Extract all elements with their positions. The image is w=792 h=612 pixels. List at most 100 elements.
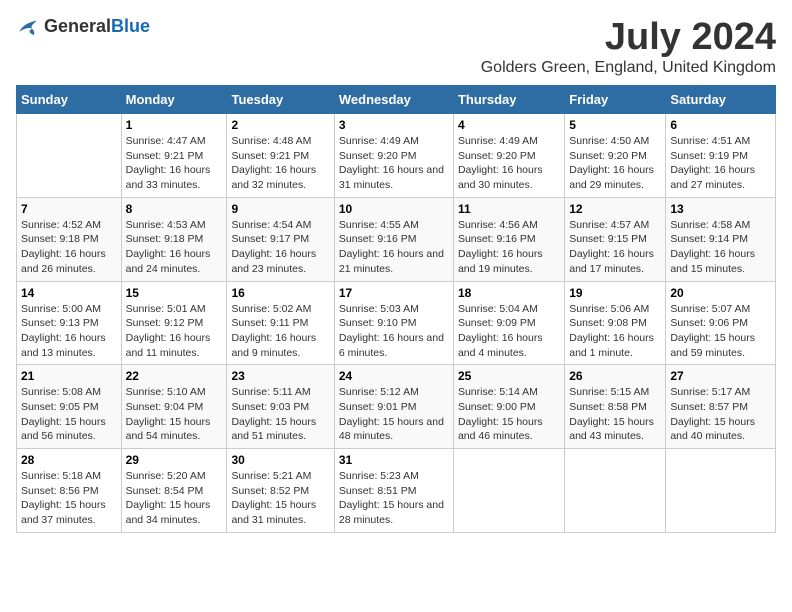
day-info: Sunrise: 4:49 AMSunset: 9:20 PMDaylight:… [458, 134, 560, 193]
day-info: Sunrise: 5:07 AMSunset: 9:06 PMDaylight:… [670, 302, 771, 361]
day-number: 20 [670, 286, 771, 300]
calendar-cell: 25Sunrise: 5:14 AMSunset: 9:00 PMDayligh… [453, 365, 564, 449]
weekday-header-tuesday: Tuesday [227, 86, 334, 114]
day-number: 1 [126, 118, 223, 132]
calendar-cell: 27 Sunrise: 5:17 AMSunset: 8:57 PMDayligh… [666, 365, 776, 449]
day-number: 15 [126, 286, 223, 300]
day-info: Sunrise: 5:08 AMSunset: 9:05 PMDaylight:… [21, 385, 117, 444]
calendar-cell: 19Sunrise: 5:06 AMSunset: 9:08 PMDayligh… [565, 281, 666, 365]
day-info: Sunrise: 4:57 AMSunset: 9:15 PMDaylight:… [569, 218, 661, 277]
calendar-cell: 18 Sunrise: 5:04 AMSunset: 9:09 PMDayligh… [453, 281, 564, 365]
day-number: 19 [569, 286, 661, 300]
day-number: 13 [670, 202, 771, 216]
header: GeneralBlue July 2024 Golders Green, Eng… [16, 16, 776, 77]
day-info: Sunrise: 5:18 AMSunset: 8:56 PMDaylight:… [21, 469, 117, 528]
day-info: Sunrise: 4:53 AMSunset: 9:18 PMDaylight:… [126, 218, 223, 277]
day-number: 18 [458, 286, 560, 300]
calendar-week-row: 7Sunrise: 4:52 AMSunset: 9:18 PMDaylight… [17, 197, 776, 281]
day-info: Sunrise: 5:15 AMSunset: 8:58 PMDaylight:… [569, 385, 661, 444]
calendar-cell: 14 Sunrise: 5:00 AMSunset: 9:13 PMDayligh… [17, 281, 122, 365]
calendar-cell: 29 Sunrise: 5:20 AMSunset: 8:54 PMDayligh… [121, 449, 227, 533]
day-number: 14 [21, 286, 117, 300]
day-number: 17 [339, 286, 449, 300]
calendar-week-row: 21 Sunrise: 5:08 AMSunset: 9:05 PMDayligh… [17, 365, 776, 449]
day-info: Sunrise: 4:52 AMSunset: 9:18 PMDaylight:… [21, 218, 117, 277]
calendar-cell: 2 Sunrise: 4:48 AMSunset: 9:21 PMDaylight… [227, 114, 334, 198]
title-area: July 2024 Golders Green, England, United… [481, 16, 776, 77]
subtitle: Golders Green, England, United Kingdom [481, 59, 776, 77]
day-info: Sunrise: 5:02 AMSunset: 9:11 PMDaylight:… [231, 302, 329, 361]
calendar-cell: 24 Sunrise: 5:12 AMSunset: 9:01 PMDayligh… [334, 365, 453, 449]
calendar-cell: 22 Sunrise: 5:10 AMSunset: 9:04 PMDayligh… [121, 365, 227, 449]
calendar-cell: 26Sunrise: 5:15 AMSunset: 8:58 PMDayligh… [565, 365, 666, 449]
day-number: 31 [339, 453, 449, 467]
calendar-cell: 9 Sunrise: 4:54 AMSunset: 9:17 PMDaylight… [227, 197, 334, 281]
calendar-cell: 3 Sunrise: 4:49 AMSunset: 9:20 PMDaylight… [334, 114, 453, 198]
calendar-cell: 23Sunrise: 5:11 AMSunset: 9:03 PMDayligh… [227, 365, 334, 449]
calendar-cell: 16 Sunrise: 5:02 AMSunset: 9:11 PMDayligh… [227, 281, 334, 365]
calendar-cell: 28 Sunrise: 5:18 AMSunset: 8:56 PMDayligh… [17, 449, 122, 533]
day-number: 23 [231, 369, 329, 383]
day-number: 22 [126, 369, 223, 383]
day-info: Sunrise: 4:56 AMSunset: 9:16 PMDaylight:… [458, 218, 560, 277]
calendar-cell: 20 Sunrise: 5:07 AMSunset: 9:06 PMDayligh… [666, 281, 776, 365]
day-info: Sunrise: 5:23 AMSunset: 8:51 PMDaylight:… [339, 469, 449, 528]
day-number: 24 [339, 369, 449, 383]
logo-bird-icon [16, 17, 40, 37]
day-info: Sunrise: 5:21 AMSunset: 8:52 PMDaylight:… [231, 469, 329, 528]
calendar-cell: 4 Sunrise: 4:49 AMSunset: 9:20 PMDaylight… [453, 114, 564, 198]
weekday-header-monday: Monday [121, 86, 227, 114]
day-info: Sunrise: 5:12 AMSunset: 9:01 PMDaylight:… [339, 385, 449, 444]
calendar-cell: 21 Sunrise: 5:08 AMSunset: 9:05 PMDayligh… [17, 365, 122, 449]
calendar-cell: 12 Sunrise: 4:57 AMSunset: 9:15 PMDayligh… [565, 197, 666, 281]
calendar-cell: 1 Sunrise: 4:47 AMSunset: 9:21 PMDaylight… [121, 114, 227, 198]
weekday-header-friday: Friday [565, 86, 666, 114]
day-number: 11 [458, 202, 560, 216]
day-info: Sunrise: 4:48 AMSunset: 9:21 PMDaylight:… [231, 134, 329, 193]
day-number: 29 [126, 453, 223, 467]
calendar-cell: 8Sunrise: 4:53 AMSunset: 9:18 PMDaylight… [121, 197, 227, 281]
weekday-header-saturday: Saturday [666, 86, 776, 114]
calendar-cell: 17 Sunrise: 5:03 AMSunset: 9:10 PMDayligh… [334, 281, 453, 365]
day-number: 16 [231, 286, 329, 300]
day-number: 30 [231, 453, 329, 467]
day-info: Sunrise: 5:01 AMSunset: 9:12 PMDaylight:… [126, 302, 223, 361]
day-info: Sunrise: 5:20 AMSunset: 8:54 PMDaylight:… [126, 469, 223, 528]
day-info: Sunrise: 4:49 AMSunset: 9:20 PMDaylight:… [339, 134, 449, 193]
calendar-week-row: 28 Sunrise: 5:18 AMSunset: 8:56 PMDayligh… [17, 449, 776, 533]
day-number: 10 [339, 202, 449, 216]
calendar-cell: 6Sunrise: 4:51 AMSunset: 9:19 PMDaylight… [666, 114, 776, 198]
day-number: 2 [231, 118, 329, 132]
calendar-cell [565, 449, 666, 533]
day-info: Sunrise: 4:58 AMSunset: 9:14 PMDaylight:… [670, 218, 771, 277]
day-number: 4 [458, 118, 560, 132]
day-info: Sunrise: 5:03 AMSunset: 9:10 PMDaylight:… [339, 302, 449, 361]
day-info: Sunrise: 5:10 AMSunset: 9:04 PMDaylight:… [126, 385, 223, 444]
day-info: Sunrise: 4:54 AMSunset: 9:17 PMDaylight:… [231, 218, 329, 277]
day-number: 21 [21, 369, 117, 383]
day-number: 9 [231, 202, 329, 216]
calendar-cell: 10 Sunrise: 4:55 AMSunset: 9:16 PMDayligh… [334, 197, 453, 281]
logo-text-blue: Blue [111, 16, 150, 36]
day-number: 25 [458, 369, 560, 383]
weekday-header-thursday: Thursday [453, 86, 564, 114]
day-info: Sunrise: 5:17 AMSunset: 8:57 PMDaylight:… [670, 385, 771, 444]
calendar-table: SundayMondayTuesdayWednesdayThursdayFrid… [16, 85, 776, 533]
calendar-cell [17, 114, 122, 198]
day-number: 27 [670, 369, 771, 383]
calendar-week-row: 1 Sunrise: 4:47 AMSunset: 9:21 PMDaylight… [17, 114, 776, 198]
calendar-cell: 15 Sunrise: 5:01 AMSunset: 9:12 PMDayligh… [121, 281, 227, 365]
day-number: 6 [670, 118, 771, 132]
day-number: 28 [21, 453, 117, 467]
logo-text-general: General [44, 16, 111, 36]
day-number: 12 [569, 202, 661, 216]
day-number: 3 [339, 118, 449, 132]
day-info: Sunrise: 4:55 AMSunset: 9:16 PMDaylight:… [339, 218, 449, 277]
day-info: Sunrise: 5:04 AMSunset: 9:09 PMDaylight:… [458, 302, 560, 361]
calendar-cell: 13 Sunrise: 4:58 AMSunset: 9:14 PMDayligh… [666, 197, 776, 281]
calendar-cell: 7Sunrise: 4:52 AMSunset: 9:18 PMDaylight… [17, 197, 122, 281]
calendar-cell: 30 Sunrise: 5:21 AMSunset: 8:52 PMDayligh… [227, 449, 334, 533]
day-info: Sunrise: 4:47 AMSunset: 9:21 PMDaylight:… [126, 134, 223, 193]
logo: GeneralBlue [16, 16, 150, 37]
day-info: Sunrise: 5:00 AMSunset: 9:13 PMDaylight:… [21, 302, 117, 361]
